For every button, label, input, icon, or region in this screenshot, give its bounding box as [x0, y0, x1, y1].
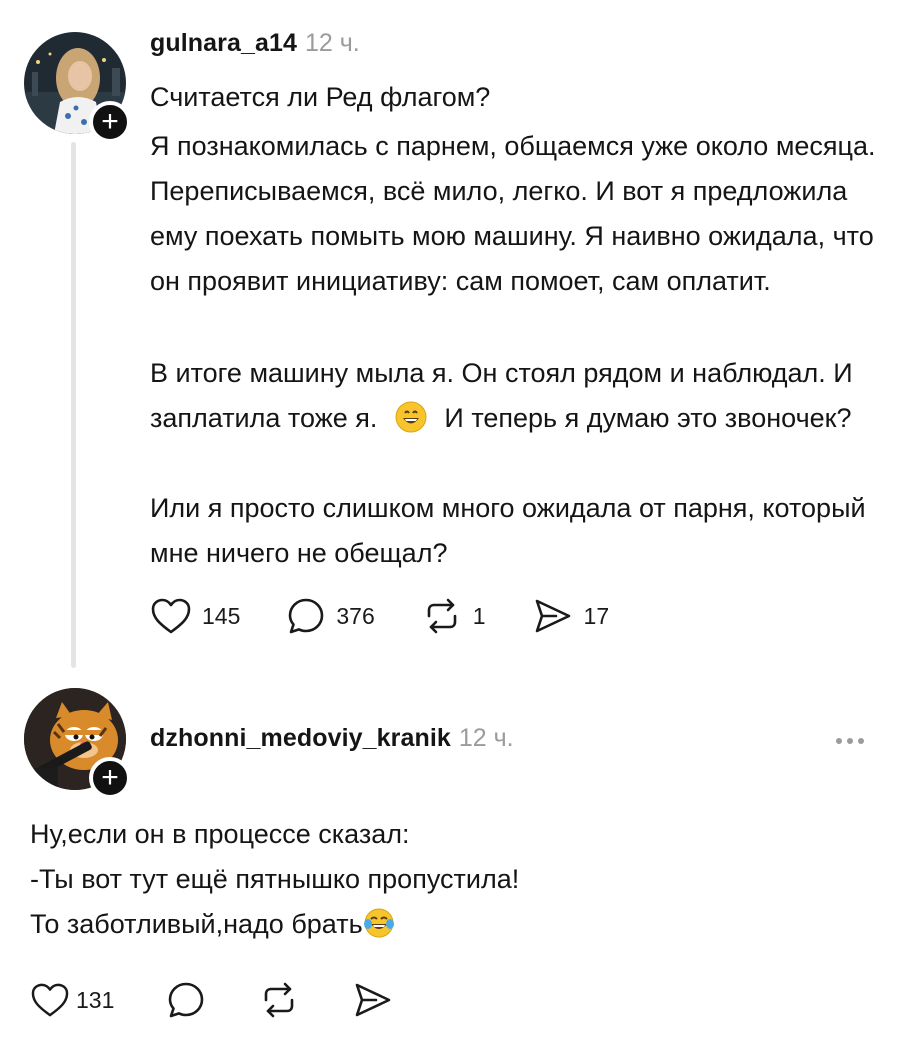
reply-repost-button[interactable] [258, 980, 300, 1020]
more-dot-icon [858, 738, 864, 744]
heart-icon [151, 598, 191, 634]
reply-like-button[interactable]: 131 [30, 980, 114, 1020]
follow-button[interactable]: + [89, 101, 131, 143]
comment-icon [169, 982, 204, 1018]
reply-header: dzhonni_medoviy_kranik 12 ч. [150, 724, 514, 753]
post-paragraph-4: Или я просто слишком много ожидала от па… [150, 493, 866, 568]
share-button[interactable]: 17 [532, 596, 610, 636]
more-dot-icon [836, 738, 842, 744]
repost-icon [265, 982, 294, 1018]
post-paragraph-3-text: И теперь я думаю это звоночек? [444, 403, 852, 433]
like-button[interactable]: 145 [150, 596, 240, 636]
reply-body: Ну,если он в процессе сказал: -Ты вот ту… [30, 812, 880, 947]
post-username[interactable]: gulnara_a14 [150, 29, 297, 58]
reply-comment-button[interactable] [166, 980, 206, 1020]
share-count: 17 [583, 602, 610, 629]
post-timestamp: 12 ч. [305, 29, 360, 57]
post-header: gulnara_a14 12 ч. [150, 29, 360, 58]
post-title: Считается ли Ред флагом? [150, 82, 491, 112]
reply-timestamp: 12 ч. [458, 724, 514, 752]
reply-line-1: Ну,если он в процессе сказал: [30, 819, 410, 849]
repost-button[interactable]: 1 [421, 596, 486, 636]
comment-icon [289, 598, 324, 634]
like-count: 145 [202, 602, 241, 629]
more-options-button[interactable] [836, 738, 864, 744]
reply-line-3-wrap: То заботливый,надо брать [30, 902, 880, 947]
reply-line-3: То заботливый,надо брать [30, 909, 363, 939]
send-icon [356, 983, 391, 1017]
repost-icon [427, 598, 457, 634]
reply-follow-button[interactable]: + [89, 757, 131, 799]
reply-username[interactable]: dzhonni_medoviy_kranik [150, 724, 451, 753]
more-dot-icon [847, 738, 853, 744]
reply-like-count: 131 [76, 986, 115, 1013]
plus-icon: + [101, 105, 119, 138]
post-actions: 145 376 1 17 [150, 596, 609, 636]
tears-of-joy-emoji-icon [363, 908, 394, 938]
repost-count: 1 [472, 602, 486, 629]
reply-share-button[interactable] [352, 980, 394, 1020]
comment-button[interactable]: 376 [286, 596, 375, 636]
thread-line [71, 142, 76, 668]
grinning-emoji-icon [395, 401, 427, 433]
post-paragraph-2: В итоге машину мыла я. Он стоял рядом и … [150, 351, 880, 441]
comment-count: 376 [336, 602, 375, 629]
send-icon [535, 599, 570, 633]
reply-line-2: -Ты вот тут ещё пятнышко пропустила! [30, 864, 520, 894]
plus-icon: + [101, 761, 119, 794]
post-paragraph-1: Я познакомилась с парнем, общаемся уже о… [150, 131, 876, 296]
heart-icon [31, 983, 69, 1017]
reply-actions: 131 [30, 980, 394, 1020]
